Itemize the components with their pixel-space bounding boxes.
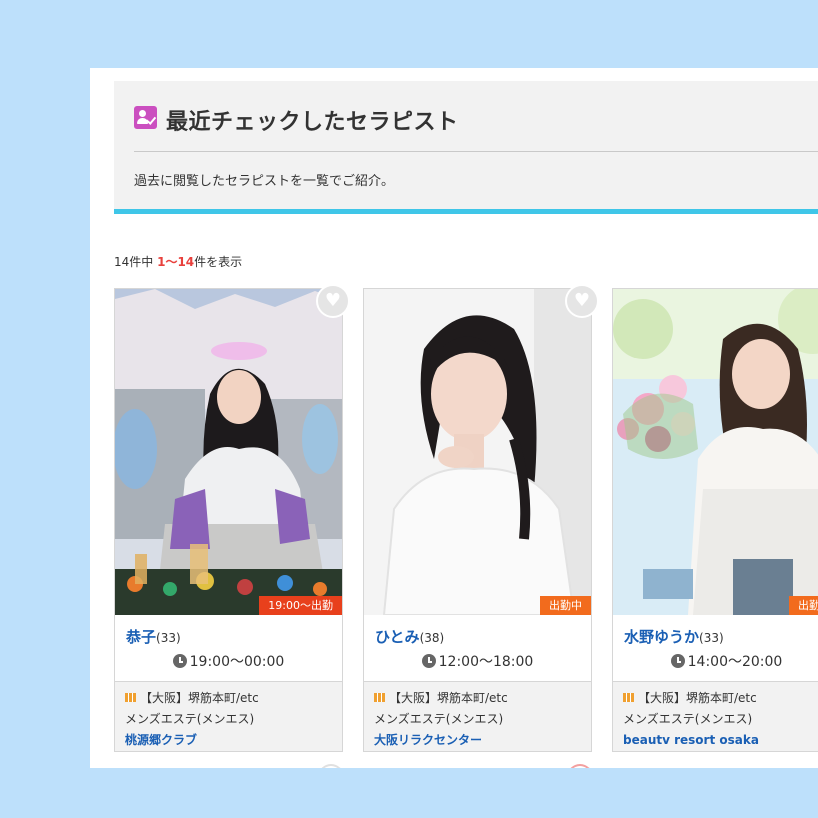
main-panel: 最近チェックしたセラピスト 過去に閲覧したセラピストを一覧でご紹介。 14件中 … [90,68,818,768]
genre-text: メンズエステ(メンエス) [623,712,753,726]
area-line: 【大阪】堺筋本町/etc [125,688,342,709]
therapist-name-line: ひとみ(38) [375,626,444,647]
work-hours: 14:00〜20:00 [613,651,818,671]
favorite-button[interactable]: ♥ [565,284,599,318]
status-badge: 19:00〜出勤 [259,596,342,615]
work-hours: 12:00〜18:00 [364,651,591,671]
shop-info: 【大阪】堺筋本町/etc メンズエステ(メンエス) 桃源郷クラブ [115,681,342,751]
therapist-photo[interactable] [115,289,342,615]
shop-info: 【大阪】堺筋本町/etc メンズエステ(メンエス) beautv resort … [613,681,818,751]
therapist-name[interactable]: 恭子 [126,628,156,646]
therapist-age: (33) [156,631,181,645]
shop-link[interactable]: 桃源郷クラブ [125,730,342,751]
favorite-button[interactable]: ♥ [316,284,350,318]
map-icon [623,693,634,702]
status-badge: 出勤中 [789,596,818,615]
area-text: 【大阪】堺筋本町/etc [638,691,757,705]
section-header: 最近チェックしたセラピスト 過去に閲覧したセラピストを一覧でご紹介。 [114,81,818,214]
therapist-card[interactable]: ♥ 出勤中 ひとみ(38) 12:00〜18:00 【大阪】堺筋本町/etc メ… [363,284,599,752]
result-range: 1〜14 [157,255,195,269]
area-line: 【大阪】堺筋本町/etc [623,688,818,709]
work-hours-text: 12:00〜18:00 [438,654,534,670]
result-suffix: 件を表示 [194,255,243,269]
favorite-button[interactable] [567,764,593,768]
heart-icon: ♥ [324,290,342,311]
area-text: 【大阪】堺筋本町/etc [140,691,259,705]
therapist-card[interactable]: ♥ 19:00〜出勤 恭子(33) 19:00〜00:00 【大阪】堺筋本町/e… [114,284,350,752]
shop-link[interactable]: 大阪リラクセンター [374,730,591,751]
section-description: 過去に閲覧したセラピストを一覧でご紹介。 [134,174,395,189]
clock-icon [421,654,436,668]
shop-link[interactable]: beautv resort osaka [623,730,818,751]
therapist-age: (38) [419,631,445,645]
genre-text: メンズエステ(メンエス) [374,712,504,726]
map-icon [374,693,385,702]
header-divider [134,151,818,152]
work-hours-text: 14:00〜20:00 [687,654,783,670]
therapist-card[interactable]: 出勤中 水野ゆうか(33) 14:00〜20:00 【大阪】堺筋本町/etc メ… [612,288,818,752]
clock-icon [670,654,685,668]
therapist-name[interactable]: ひとみ [375,628,420,646]
area-line: 【大阪】堺筋本町/etc [374,688,591,709]
heart-icon: ♥ [573,290,591,311]
clock-icon [172,654,187,668]
therapist-photo[interactable] [613,289,818,615]
section-title: 最近チェックしたセラピスト [166,110,459,135]
result-count: 14件中 1〜14件を表示 [114,253,242,270]
therapist-name-line: 水野ゆうか(33) [624,626,724,647]
result-total: 14件中 [114,255,158,269]
therapist-name[interactable]: 水野ゆうか [624,628,699,646]
user-check-icon [134,106,157,129]
therapist-age: (33) [699,631,724,645]
work-hours: 19:00〜00:00 [115,651,342,671]
therapist-photo[interactable] [364,289,591,615]
shop-info: 【大阪】堺筋本町/etc メンズエステ(メンエス) 大阪リラクセンター [364,681,591,751]
status-badge: 出勤中 [540,596,591,615]
favorite-button[interactable] [318,764,344,768]
map-icon [125,693,136,702]
work-hours-text: 19:00〜00:00 [189,654,285,670]
therapist-name-line: 恭子(33) [126,626,181,647]
genre-text: メンズエステ(メンエス) [125,712,255,726]
area-text: 【大阪】堺筋本町/etc [389,691,508,705]
